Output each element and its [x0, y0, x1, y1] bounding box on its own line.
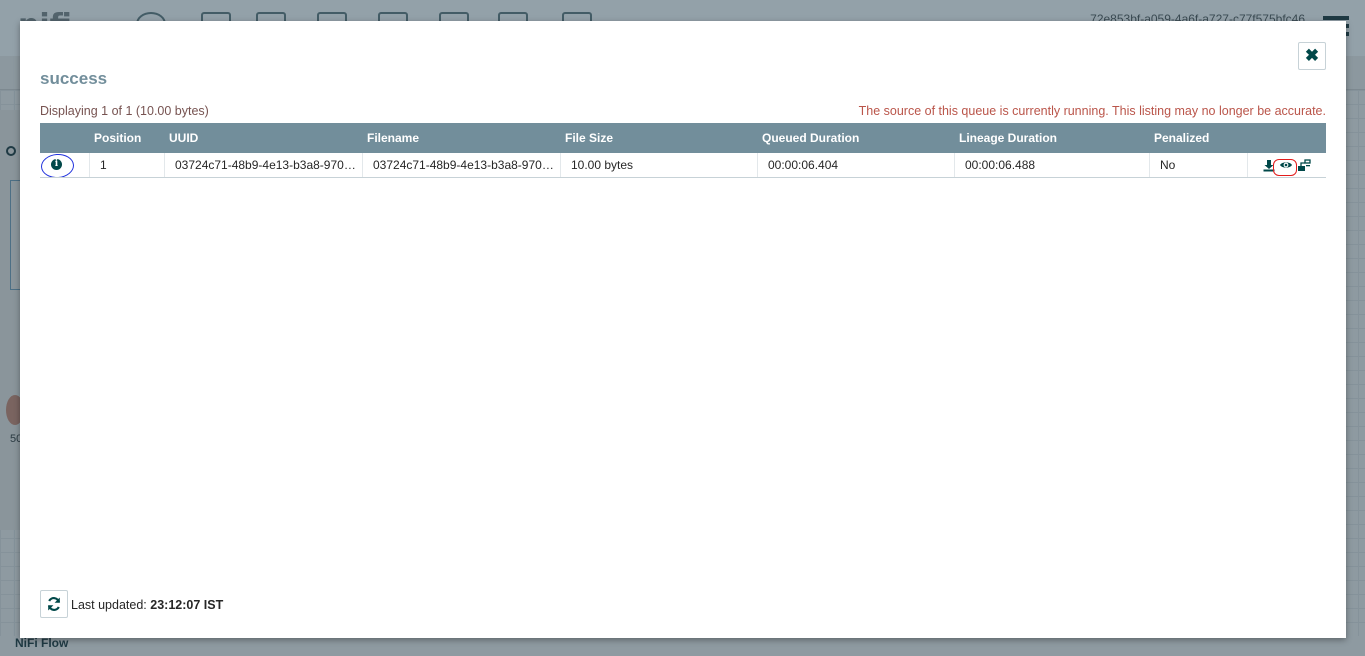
actions-cell: [1248, 153, 1326, 177]
flowfile-table: Position UUID Filename File Size Queued …: [40, 123, 1326, 178]
last-updated-label: Last updated:: [71, 598, 147, 612]
last-updated: Last updated: 23:12:07 IST: [71, 598, 223, 612]
table-header: Position UUID Filename File Size Queued …: [40, 123, 1326, 153]
breadcrumb[interactable]: NiFi Flow: [15, 636, 68, 650]
cell-filename: 03724c71-48b9-4e13-b3a8-970b…: [363, 153, 561, 177]
column-header-filename[interactable]: Filename: [363, 123, 419, 153]
last-updated-time: 23:12:07 IST: [150, 598, 224, 612]
cell-position: 1: [90, 153, 165, 177]
cell-uuid: 03724c71-48b9-4e13-b3a8-970b…: [165, 153, 363, 177]
provenance-icon[interactable]: [1297, 158, 1311, 172]
column-header-lineage-duration[interactable]: Lineage Duration: [955, 123, 1057, 153]
column-header-queued-duration[interactable]: Queued Duration: [758, 123, 859, 153]
cell-file-size: 10.00 bytes: [561, 153, 758, 177]
column-header-file-size[interactable]: File Size: [561, 123, 613, 153]
annotation-circle: [40, 153, 75, 177]
column-header-penalized[interactable]: Penalized: [1150, 123, 1209, 153]
column-header-position[interactable]: Position: [90, 123, 141, 153]
cell-queued-duration: 00:00:06.404: [758, 153, 955, 177]
listing-summary: Displaying 1 of 1 (10.00 bytes): [40, 104, 209, 118]
details-cell: i: [40, 153, 90, 177]
column-header-uuid[interactable]: UUID: [165, 123, 198, 153]
table-row: i 1 03724c71-48b9-4e13-b3a8-970b… 03724c…: [40, 153, 1326, 178]
close-button[interactable]: ✖: [1298, 42, 1326, 70]
annotation-circle: [1273, 159, 1297, 176]
listing-warning: The source of this queue is currently ru…: [858, 104, 1326, 118]
bg-operate-panel: 50: [0, 110, 24, 530]
dialog-title: success: [40, 69, 108, 88]
queue-listing-dialog: ✖ success Displaying 1 of 1 (10.00 bytes…: [20, 21, 1346, 638]
refresh-icon: [47, 597, 61, 611]
cell-penalized: No: [1150, 153, 1248, 177]
refresh-button[interactable]: [40, 590, 68, 618]
bg-panel-icon: [6, 146, 16, 156]
cell-lineage-duration: 00:00:06.488: [955, 153, 1150, 177]
bg-footer: [0, 636, 1365, 656]
close-icon: ✖: [1304, 46, 1320, 65]
